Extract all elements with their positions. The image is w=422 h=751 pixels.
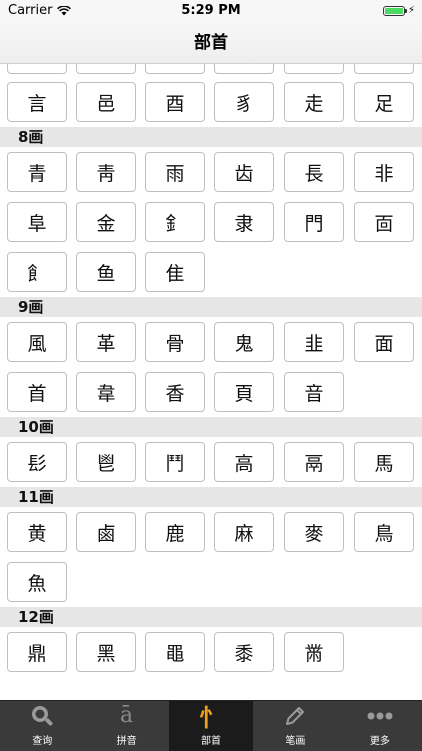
tab-bar: 查询 ā 拼音 忄 部首 笔画 更多 <box>0 700 422 751</box>
radical-cell[interactable]: 阜 <box>7 202 67 242</box>
radical-row: 青 靑 雨 齿 長 非 <box>0 147 422 197</box>
radical-cell[interactable]: 香 <box>145 372 205 412</box>
radical-cell[interactable]: 金 <box>76 202 136 242</box>
radical-cell[interactable] <box>214 64 274 74</box>
nav-title: 部首 <box>0 22 422 64</box>
tab-radical[interactable]: 忄 部首 <box>168 701 254 751</box>
radical-cell[interactable]: 革 <box>76 322 136 362</box>
section-header-12: 12画 <box>0 607 422 627</box>
radical-cell[interactable]: 韭 <box>284 322 344 362</box>
clock: 5:29 PM <box>181 3 241 18</box>
radical-cell[interactable]: 黽 <box>145 632 205 672</box>
radical-cell[interactable]: 走 <box>284 82 344 122</box>
charging-icon: ⚡ <box>407 5 415 16</box>
radical-cell[interactable]: 鬲 <box>284 442 344 482</box>
radical-list[interactable]: 言 邑 酉 豸 走 足 8画 青 靑 雨 齿 長 非 阜 金 釒 隶 門 靣 飠… <box>0 64 422 700</box>
radical-cell[interactable]: 魚 <box>7 562 67 602</box>
tab-search-label: 查询 <box>32 736 53 747</box>
radical-cell[interactable] <box>145 64 205 74</box>
radical-cell[interactable]: 門 <box>284 202 344 242</box>
more-icon <box>367 712 393 719</box>
radical-cell[interactable]: 鬥 <box>145 442 205 482</box>
radical-cell[interactable]: 鹿 <box>145 512 205 552</box>
radical-cell[interactable]: 飠 <box>7 252 67 292</box>
radical-cell[interactable]: 首 <box>7 372 67 412</box>
radical-cell[interactable]: 麻 <box>214 512 274 552</box>
radical-row: 髟 鬯 鬥 高 鬲 馬 <box>0 437 422 487</box>
radical-cell[interactable]: 風 <box>7 322 67 362</box>
tab-pinyin[interactable]: ā 拼音 <box>84 701 168 751</box>
section-header-8: 8画 <box>0 127 422 147</box>
radical-row: 黄 鹵 鹿 麻 麥 鳥 <box>0 507 422 557</box>
battery-group: ⚡ <box>382 5 415 16</box>
search-icon <box>32 705 53 726</box>
radical-row: 首 韋 香 頁 音 <box>0 367 422 417</box>
radical-cell[interactable]: 黹 <box>284 632 344 672</box>
radical-cell[interactable]: 音 <box>284 372 344 412</box>
radical-cell[interactable]: 韋 <box>76 372 136 412</box>
radical-cell[interactable]: 鱼 <box>76 252 136 292</box>
radical-cell[interactable]: 靣 <box>354 202 414 242</box>
radical-row: 鼎 黑 黽 黍 黹 <box>0 627 422 677</box>
section-header-9: 9画 <box>0 297 422 317</box>
radical-cell[interactable]: 馬 <box>354 442 414 482</box>
radical-cell[interactable]: 足 <box>354 82 414 122</box>
battery-icon <box>382 5 407 16</box>
radical-cell[interactable]: 長 <box>284 152 344 192</box>
radical-cell[interactable] <box>7 64 67 74</box>
radical-row: 言 邑 酉 豸 走 足 <box>0 77 422 127</box>
radical-icon: 忄 <box>199 703 224 732</box>
radical-cell[interactable]: 青 <box>7 152 67 192</box>
radical-cell[interactable]: 酉 <box>145 82 205 122</box>
radical-cell[interactable]: 邑 <box>76 82 136 122</box>
radical-cell[interactable]: 面 <box>354 322 414 362</box>
radical-cell[interactable]: 齿 <box>214 152 274 192</box>
radical-cell[interactable]: 言 <box>7 82 67 122</box>
radical-cell[interactable]: 雨 <box>145 152 205 192</box>
pinyin-icon: ā <box>120 703 134 728</box>
radical-row: 阜 金 釒 隶 門 靣 <box>0 197 422 247</box>
radical-cell[interactable]: 鳥 <box>354 512 414 552</box>
radical-cell[interactable]: 髟 <box>7 442 67 482</box>
pencil-icon <box>286 706 305 725</box>
radical-cell[interactable]: 鬯 <box>76 442 136 482</box>
radical-row <box>0 64 422 77</box>
radical-cell[interactable]: 頁 <box>214 372 274 412</box>
radical-cell[interactable] <box>284 64 344 74</box>
tab-radical-label: 部首 <box>201 736 222 747</box>
radical-cell[interactable]: 靑 <box>76 152 136 192</box>
radical-cell[interactable]: 鬼 <box>214 322 274 362</box>
tab-strokes-label: 笔画 <box>285 736 306 747</box>
section-header-10: 10画 <box>0 417 422 437</box>
section-header-11: 11画 <box>0 487 422 507</box>
tab-more[interactable]: 更多 <box>338 701 422 751</box>
radical-row: 風 革 骨 鬼 韭 面 <box>0 317 422 367</box>
radical-cell[interactable]: 骨 <box>145 322 205 362</box>
radical-cell[interactable]: 鹵 <box>76 512 136 552</box>
radical-cell[interactable]: 隹 <box>145 252 205 292</box>
radical-cell[interactable]: 黄 <box>7 512 67 552</box>
radical-cell[interactable]: 非 <box>354 152 414 192</box>
tab-more-label: 更多 <box>369 736 390 747</box>
tab-pinyin-label: 拼音 <box>116 736 137 747</box>
radical-cell[interactable]: 豸 <box>214 82 274 122</box>
radical-cell[interactable]: 隶 <box>214 202 274 242</box>
radical-cell[interactable] <box>76 64 136 74</box>
radical-cell[interactable]: 高 <box>214 442 274 482</box>
radical-cell[interactable]: 黑 <box>76 632 136 672</box>
tab-search[interactable]: 查询 <box>0 701 84 751</box>
tab-strokes[interactable]: 笔画 <box>253 701 337 751</box>
radical-cell[interactable] <box>354 64 414 74</box>
radical-cell[interactable]: 麥 <box>284 512 344 552</box>
radical-cell[interactable]: 黍 <box>214 632 274 672</box>
radical-row: 魚 <box>0 557 422 607</box>
radical-cell[interactable]: 鼎 <box>7 632 67 672</box>
radical-row: 飠 鱼 隹 <box>0 247 422 297</box>
status-bar: Carrier 5:29 PM ⚡ <box>0 0 422 22</box>
radical-cell[interactable]: 釒 <box>145 202 205 242</box>
